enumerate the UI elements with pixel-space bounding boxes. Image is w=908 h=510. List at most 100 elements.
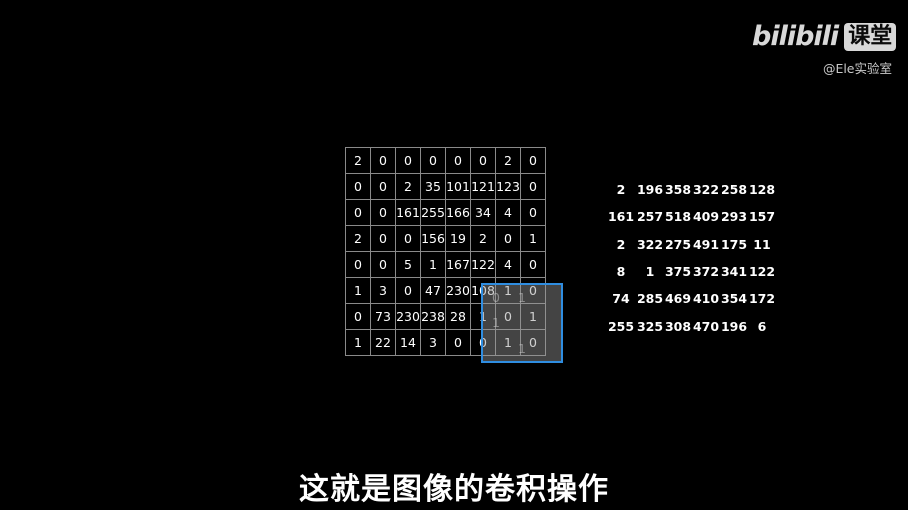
input-matrix-row: 1 22 14 3 0 0 1 0 <box>345 329 546 356</box>
output-matrix-cell: 122 <box>748 264 776 280</box>
input-matrix-cell: 0 <box>345 199 371 226</box>
input-matrix-cell: 2 <box>495 147 521 174</box>
output-matrix-cell: 2 <box>616 182 626 198</box>
input-matrix-cell: 230 <box>395 303 421 330</box>
output-matrix-cell: 257 <box>636 209 664 225</box>
input-matrix-cell: 73 <box>370 303 396 330</box>
output-matrix-cell: 518 <box>664 209 692 225</box>
output-matrix-cell: 293 <box>720 209 748 225</box>
output-matrix-cell: 172 <box>748 291 776 307</box>
input-matrix-cell: 0 <box>470 329 496 356</box>
output-matrix-cell: 372 <box>692 264 720 280</box>
input-matrix-row: 0 0 161 255 166 34 4 0 <box>345 199 546 226</box>
input-matrix-row: 0 73 230 238 28 1 0 1 <box>345 303 546 330</box>
input-matrix-cell: 0 <box>370 173 396 200</box>
output-matrix-cell: 275 <box>664 236 692 252</box>
output-matrix-cell: 11 <box>753 236 771 252</box>
output-matrix-cell: 322 <box>636 236 664 252</box>
input-matrix-cell: 1 <box>345 277 371 304</box>
input-matrix-cell: 166 <box>445 199 471 226</box>
input-matrix-cell: 5 <box>395 251 421 278</box>
input-matrix-cell: 255 <box>420 199 446 226</box>
output-matrix-cell: 258 <box>720 182 748 198</box>
input-matrix-cell: 3 <box>370 277 396 304</box>
output-matrix-cell: 8 <box>616 264 626 280</box>
input-matrix-cell: 238 <box>420 303 446 330</box>
input-matrix-cell: 2 <box>345 147 371 174</box>
input-matrix-cell: 0 <box>345 303 371 330</box>
input-matrix-cell: 1 <box>470 303 496 330</box>
input-matrix-cell: 0 <box>420 147 446 174</box>
input-matrix-cell: 230 <box>445 277 471 304</box>
input-matrix-row: 1 3 0 47 230 108 1 0 <box>345 277 546 304</box>
input-matrix-cell: 108 <box>470 277 496 304</box>
input-matrix-cell: 0 <box>395 225 421 252</box>
video-frame: bilibili 课堂 @Ele实验室 2 0 0 0 0 0 2 0 0 0 2 35 101 121 1… <box>0 0 908 510</box>
input-matrix-cell: 122 <box>470 251 496 278</box>
input-matrix-cell: 2 <box>345 225 371 252</box>
output-matrix-cell: 470 <box>692 318 720 334</box>
output-matrix-row: 255 325 308 470 196 6 <box>606 312 776 339</box>
input-matrix-cell: 1 <box>420 251 446 278</box>
output-matrix-cell: 469 <box>664 291 692 307</box>
input-matrix-cell: 1 <box>520 303 546 330</box>
input-matrix-cell: 19 <box>445 225 471 252</box>
input-matrix-cell: 0 <box>495 303 521 330</box>
input-matrix-cell: 0 <box>520 329 546 356</box>
output-matrix-cell: 255 <box>607 318 635 334</box>
input-matrix-cell: 0 <box>395 277 421 304</box>
input-matrix-cell: 34 <box>470 199 496 226</box>
output-matrix-cell: 157 <box>748 209 776 225</box>
output-matrix-row: 2 196 358 322 258 128 <box>606 176 776 203</box>
input-matrix-cell: 0 <box>495 225 521 252</box>
channel-watermark: @Ele实验室 <box>822 61 892 76</box>
input-matrix-row: 20000020 <box>345 147 546 174</box>
input-matrix-cell: 161 <box>395 199 421 226</box>
output-matrix-cell: 1 <box>645 264 655 280</box>
input-matrix-cell: 0 <box>370 199 396 226</box>
input-matrix: 2 0 0 0 0 0 2 0 0 0 2 35 101 121 123 0 0 0 161 255 166 34 4 0 2 0… <box>345 147 546 356</box>
output-matrix-cell: 196 <box>720 318 748 334</box>
input-matrix-cell: 123 <box>495 173 521 200</box>
input-matrix-cell: 0 <box>520 199 546 226</box>
input-matrix-cell: 1 <box>495 277 521 304</box>
input-matrix-cell: 0 <box>395 147 421 174</box>
input-matrix-cell: 167 <box>445 251 471 278</box>
input-matrix-cell: 2 <box>470 225 496 252</box>
input-matrix-cell: 0 <box>370 225 396 252</box>
input-matrix-row: 2 0 0 156 19 2 0 1 <box>345 225 546 252</box>
input-matrix-cell: 1 <box>520 225 546 252</box>
output-matrix-cell: 175 <box>720 236 748 252</box>
output-matrix-cell: 409 <box>692 209 720 225</box>
input-matrix-cell: 3 <box>420 329 446 356</box>
input-matrix-cell: 0 <box>345 173 371 200</box>
output-matrix-cell: 308 <box>664 318 692 334</box>
input-matrix-row: 0 0 5 1 167 122 4 0 <box>345 251 546 278</box>
logo-badge-text: 课堂 <box>844 23 897 51</box>
input-matrix-cell: 101 <box>445 173 471 200</box>
input-matrix-cell: 156 <box>420 225 446 252</box>
subtitle-caption: 这就是图像的卷积操作 <box>299 472 609 507</box>
logo-brand-text: bilibili <box>752 21 839 52</box>
input-matrix-cell: 35 <box>420 173 446 200</box>
input-matrix-cell: 121 <box>470 173 496 200</box>
output-matrix-cell: 341 <box>720 264 748 280</box>
output-matrix-cell: 410 <box>692 291 720 307</box>
input-matrix-cell: 0 <box>445 147 471 174</box>
output-matrix-row: 2 322 275 491 175 11 <box>606 231 776 258</box>
input-matrix-cell: 0 <box>370 251 396 278</box>
input-matrix-cell: 4 <box>495 199 521 226</box>
input-matrix-cell: 0 <box>520 147 546 174</box>
input-matrix-cell: 0 <box>370 147 396 174</box>
input-matrix-cell: 0 <box>470 147 496 174</box>
input-matrix-row: 0 0 2 35 101 121 123 0 <box>345 173 546 200</box>
output-matrix-cell: 128 <box>748 182 776 198</box>
output-matrix-row: 161 257 518 409 293 157 <box>606 203 776 230</box>
output-matrix-cell: 358 <box>664 182 692 198</box>
output-matrix-cell: 161 <box>607 209 635 225</box>
input-matrix-cell: 0 <box>520 173 546 200</box>
input-matrix-cell: 4 <box>495 251 521 278</box>
bilibili-classroom-logo: bilibili 课堂 <box>752 20 897 54</box>
input-matrix-cell: 0 <box>345 251 371 278</box>
input-matrix-cell: 1 <box>495 329 521 356</box>
